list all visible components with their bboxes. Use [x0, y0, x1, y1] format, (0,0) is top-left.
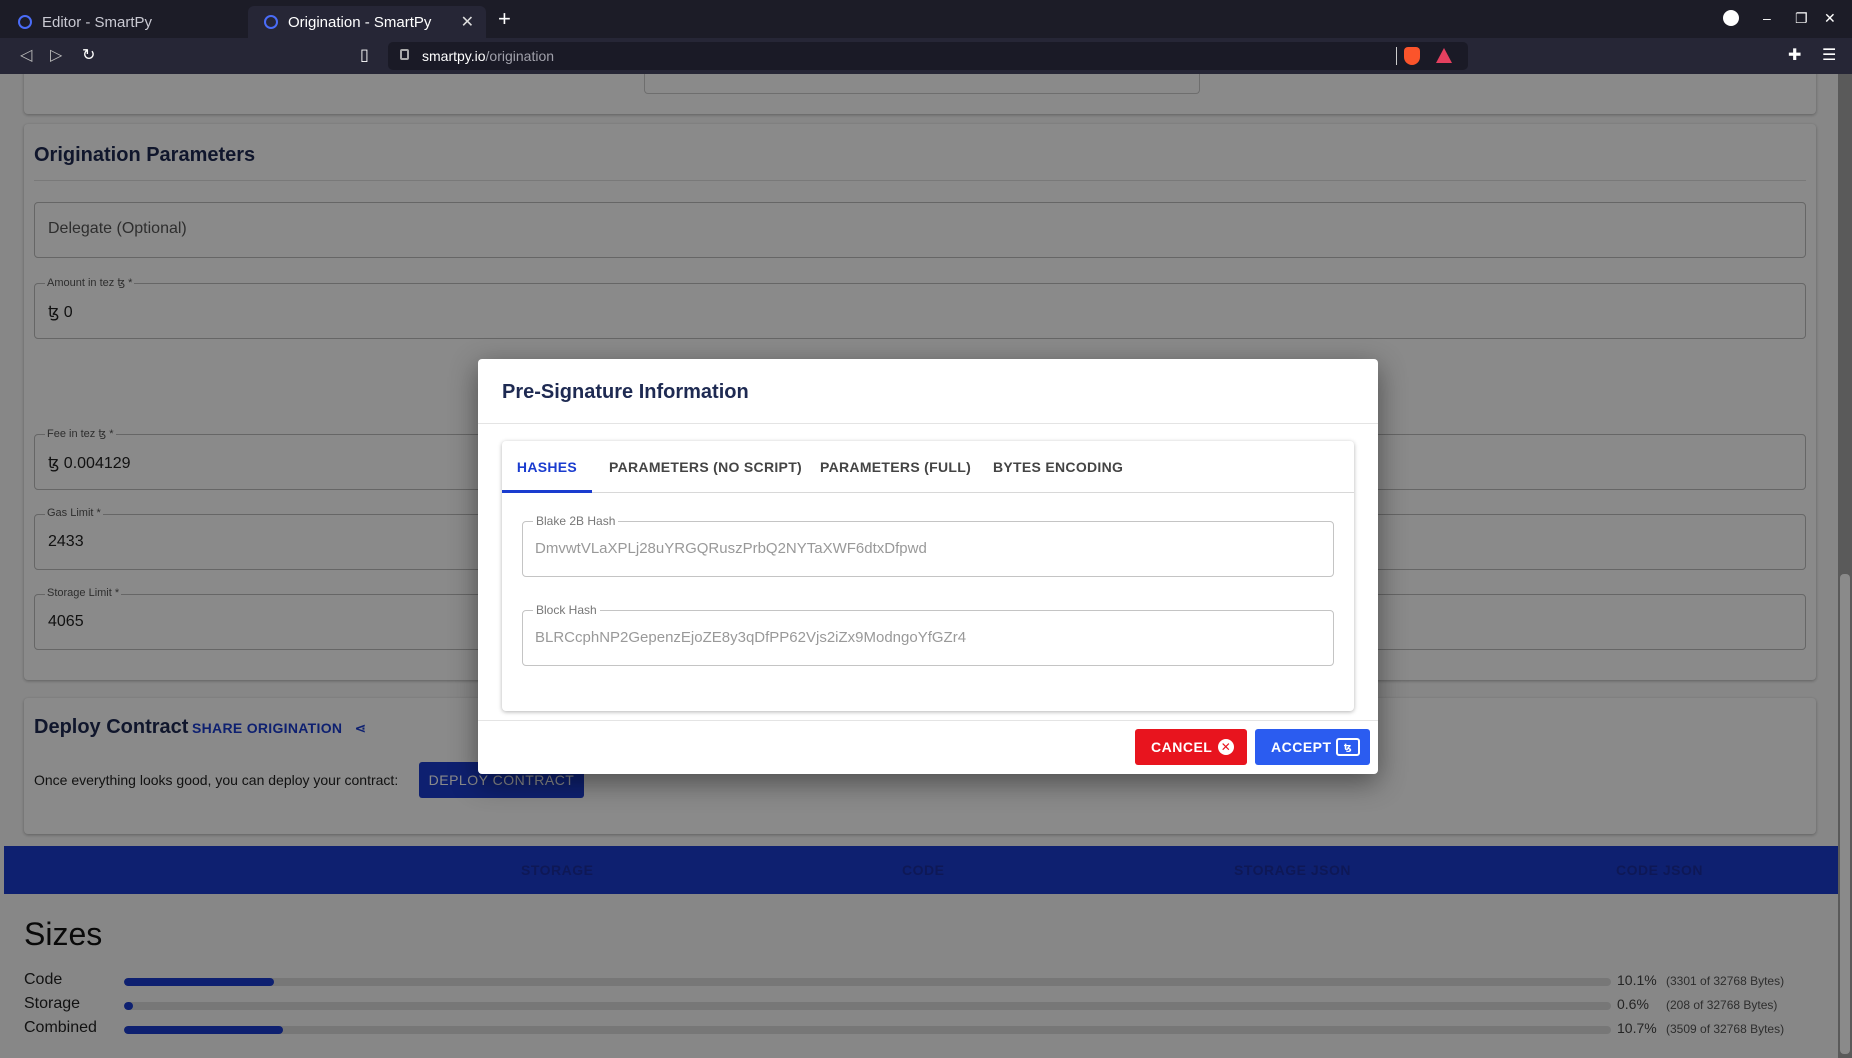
scrollbar-thumb[interactable]: [1840, 574, 1850, 1054]
blake-2b-hash-value: DmvwtVLaXPLj28uYRGQRuszPrbQ2NYTaXWF6dtxD…: [535, 540, 927, 557]
page-scrollbar[interactable]: [1838, 74, 1852, 1058]
cancel-circle-icon: ✕: [1218, 739, 1234, 755]
brave-rewards-icon[interactable]: [1436, 48, 1452, 63]
browser-tab-title: Editor - SmartPy: [42, 13, 153, 31]
accept-label: ACCEPT: [1271, 739, 1332, 755]
accept-button[interactable]: ACCEPT ꜩ: [1255, 729, 1370, 765]
cancel-label: CANCEL: [1151, 739, 1213, 755]
back-icon[interactable]: ◁: [20, 45, 32, 65]
dialog-footer-divider: [478, 720, 1378, 721]
blake-2b-hash-label: Blake 2B Hash: [533, 514, 619, 528]
smartpy-favicon-icon: [264, 15, 278, 29]
browser-tab-editor[interactable]: Editor - SmartPy: [2, 6, 242, 38]
wallet-icon: ꜩ: [1336, 738, 1360, 756]
address-bar-divider: [1396, 47, 1397, 65]
browser-menu-icon[interactable]: ☰: [1822, 45, 1836, 65]
block-hash-label: Block Hash: [533, 603, 600, 617]
maximize-icon[interactable]: ❐: [1795, 10, 1808, 27]
browser-tab-origination[interactable]: Origination - SmartPy ✕: [248, 6, 486, 38]
bookmark-icon[interactable]: ▯: [360, 45, 369, 65]
dialog-tab-panel: HASHES PARAMETERS (NO SCRIPT) PARAMETERS…: [502, 441, 1354, 711]
new-tab-icon[interactable]: +: [498, 6, 511, 32]
dialog-title: Pre-Signature Information: [502, 381, 749, 403]
browser-nav-bar: ◁ ▷ ↻ ▯ smartpy.io/origination ✚ ☰: [0, 38, 1852, 74]
window-close-icon[interactable]: ✕: [1824, 10, 1836, 27]
url-text: smartpy.io/origination: [422, 48, 555, 64]
dialog-divider: [478, 423, 1378, 424]
close-tab-icon[interactable]: ✕: [461, 12, 474, 32]
block-hash-field[interactable]: Block Hash BLRCcphNP2GepenzEjoZE8y3qDfPP…: [522, 603, 1334, 666]
browser-tab-bar: Editor - SmartPy Origination - SmartPy ✕…: [0, 0, 1852, 38]
address-bar[interactable]: smartpy.io/origination: [388, 42, 1468, 70]
pre-signature-dialog: Pre-Signature Information HASHES PARAMET…: [478, 359, 1378, 774]
smartpy-favicon-icon: [18, 15, 32, 29]
cancel-button[interactable]: CANCEL ✕: [1135, 729, 1247, 765]
tab-bytes-encoding[interactable]: BYTES ENCODING: [993, 453, 1123, 493]
tab-hashes[interactable]: HASHES: [502, 453, 592, 493]
extensions-icon[interactable]: ✚: [1788, 45, 1801, 65]
brave-shields-icon[interactable]: [1404, 47, 1420, 65]
lock-icon: [400, 49, 409, 60]
browser-tab-title: Origination - SmartPy: [288, 13, 432, 31]
block-hash-value: BLRCcphNP2GepenzEjoZE8y3qDfPP62Vjs2iZx9M…: [535, 629, 967, 646]
forward-icon[interactable]: ▷: [50, 45, 62, 65]
blake-2b-hash-field[interactable]: Blake 2B Hash DmvwtVLaXPLj28uYRGQRuszPrb…: [522, 514, 1334, 577]
profile-menu-icon[interactable]: [1723, 10, 1739, 26]
reload-icon[interactable]: ↻: [82, 45, 95, 65]
tab-parameters-no-script[interactable]: PARAMETERS (NO SCRIPT): [609, 453, 802, 493]
tab-parameters-full[interactable]: PARAMETERS (FULL): [820, 453, 971, 493]
minimize-icon[interactable]: –: [1763, 10, 1771, 26]
